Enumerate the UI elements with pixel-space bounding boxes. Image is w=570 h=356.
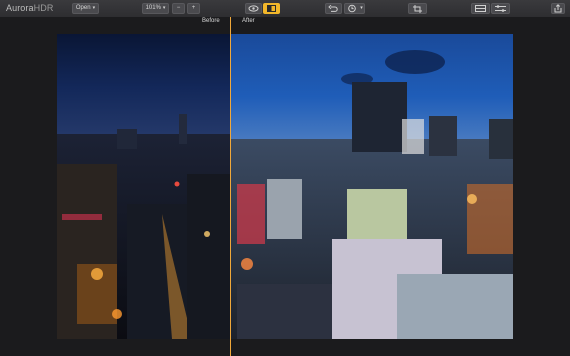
zoom-in-label: + [191,5,196,11]
clock-icon [348,4,357,13]
split-view-icon [267,5,276,12]
sliders-icon [495,5,506,12]
adjustments-button[interactable] [491,3,510,14]
open-button[interactable]: Open ▾ [72,3,99,14]
app-logo: AuroraHDR [6,3,53,13]
presets-icon [475,5,486,12]
zoom-value: 101% [145,5,161,11]
top-toolbar: AuroraHDR Open ▾ 101% ▾ − + ▾ [0,0,570,18]
crop-button[interactable] [408,3,427,14]
undo-button[interactable] [325,3,342,14]
zoom-select[interactable]: 101% ▾ [142,3,169,14]
chevron-down-icon: ▾ [92,5,96,11]
split-divider-handle[interactable] [230,17,231,356]
share-button[interactable] [551,3,565,14]
history-button[interactable]: ▾ [344,3,365,14]
city-night-image [57,34,513,339]
after-label: After [242,18,255,24]
compare-labels-bar: Before After [0,17,570,29]
zoom-in-button[interactable]: + [187,3,200,14]
open-button-label: Open [75,5,91,11]
split-view-button[interactable] [263,3,280,14]
preview-toggle-button[interactable] [245,3,262,14]
photo-canvas[interactable] [57,34,513,339]
app-logo-main: Aurora [6,3,34,13]
presets-button[interactable] [471,3,490,14]
chevron-down-icon: ▾ [360,5,363,11]
app-logo-suffix: HDR [33,3,54,13]
zoom-out-button[interactable]: − [172,3,185,14]
undo-icon [328,4,338,12]
zoom-out-label: − [176,5,181,11]
share-icon [554,4,562,13]
before-label: Before [202,18,220,24]
chevron-down-icon: ▾ [162,5,166,11]
eye-icon [248,5,259,12]
crop-icon [413,5,422,13]
